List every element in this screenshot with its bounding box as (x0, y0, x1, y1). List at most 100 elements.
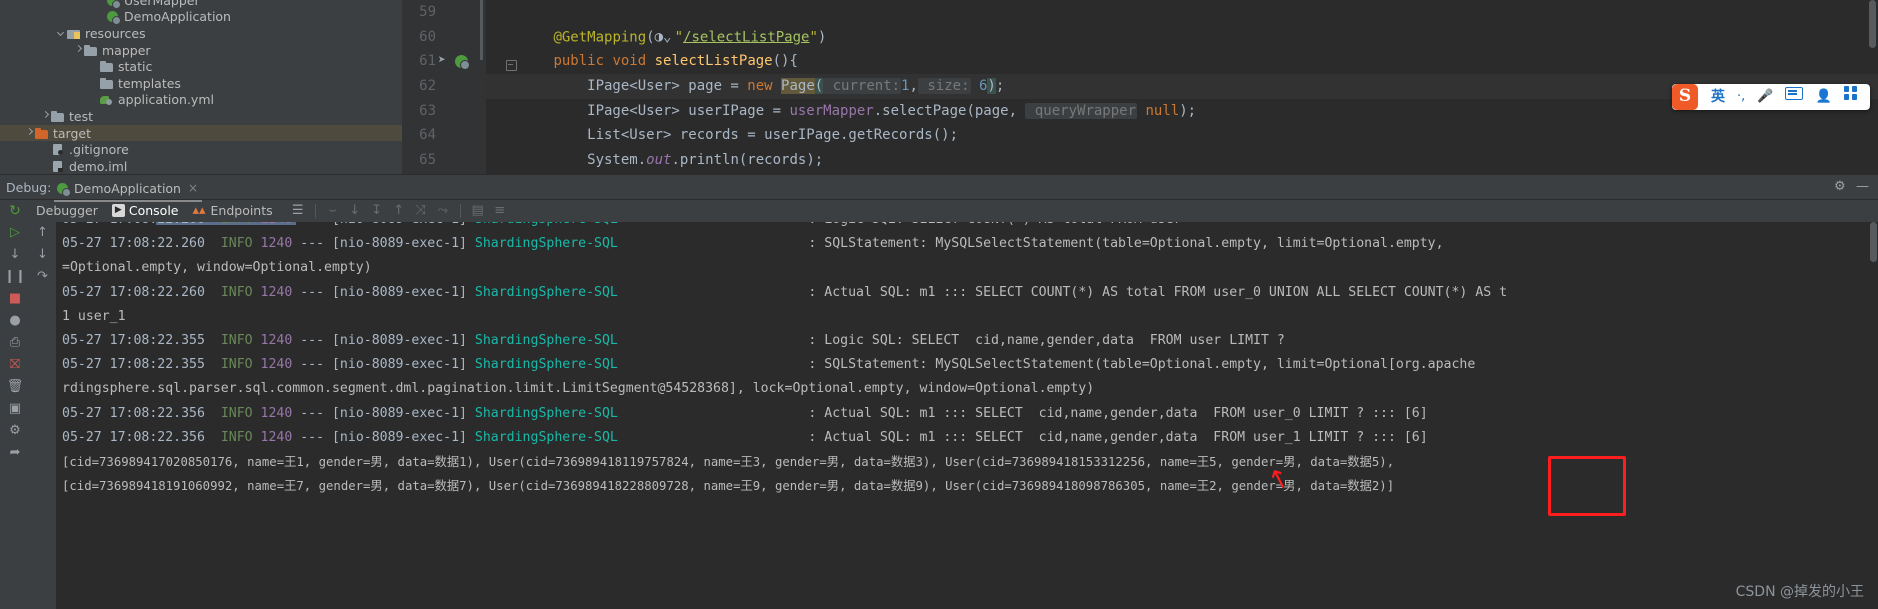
step-out-icon[interactable]: ↑ (388, 203, 410, 218)
run-endpoint-icon[interactable]: ➤ (438, 54, 452, 68)
log-token: --- [nio-8089-exec-1] (292, 332, 475, 348)
tree-item-gitignore[interactable]: .gitignore (0, 141, 402, 158)
console-line: rdingsphere.sql.parser.sql.common.segmen… (56, 377, 1878, 401)
apps-grid-icon[interactable] (1843, 84, 1858, 110)
tree-item-demoapplication[interactable]: DemoApplication (0, 9, 402, 26)
gear-icon[interactable]: ⚙ (1834, 180, 1848, 194)
log-token: ShardingSphere-SQL (474, 236, 618, 252)
soft-wrap-icon[interactable]: ↷ (30, 266, 55, 288)
console-line: 05-27 17:08:22.356 INFO 1240 --- [nio-80… (56, 402, 1878, 426)
spring-bean-icon[interactable] (455, 55, 470, 71)
sogou-logo-icon[interactable]: S (1672, 84, 1698, 110)
code-line[interactable]: 59 (402, 0, 1878, 25)
tab-console[interactable]: ▶ Console (111, 203, 179, 218)
debug-toolbar: ↻ Debugger ▶ Console ▴▴ Endpoints ☰ ⌣ ↓ … (0, 199, 1878, 222)
console-scrollbar[interactable] (1870, 222, 1877, 262)
mute-breakpoints-icon-rail[interactable]: ⛝ (0, 354, 30, 376)
editor-scrollbar[interactable] (1869, 0, 1876, 48)
resources-folder-icon (67, 27, 81, 40)
minimize-icon[interactable]: — (1856, 180, 1870, 194)
code-line[interactable]: 61 ➤ public void selectListPage(){ (402, 49, 1878, 74)
tab-debugger[interactable]: Debugger (36, 203, 98, 218)
view-breakpoints-icon[interactable]: ● (0, 310, 30, 332)
code-editor[interactable]: 59 60 @GetMapping(◑⌄ "/selectListPage") 61 ➤… (402, 0, 1878, 174)
project-tree[interactable]: UserMapper DemoApplication resources mapper… (0, 0, 403, 174)
code-text: IPage<User> page = new Page( current:1, … (486, 74, 1004, 99)
trash-icon[interactable]: 🗑 (0, 376, 30, 398)
log-token: ShardingSphere-SQL (474, 429, 618, 445)
evaluate-icon[interactable]: ▤ (467, 203, 489, 218)
run-to-cursor-icon[interactable]: ⤳ (432, 203, 454, 218)
down-arrow-icon[interactable]: ↓ (0, 244, 30, 266)
code-text: IPage<User> userIPage = userMapper.selec… (486, 99, 1196, 124)
console-line: 05-27 17:08:22.260 INFO 1240 --- [nio-80… (56, 222, 1878, 232)
force-step-into-icon[interactable]: ↧ (366, 203, 388, 218)
log-token: INFO (220, 236, 253, 252)
microphone-icon[interactable]: 🎤 (1757, 84, 1773, 110)
tab-endpoints[interactable]: ▴▴ Endpoints (193, 203, 273, 218)
tree-item-mapper[interactable]: mapper (0, 42, 402, 59)
code-token: (){ (772, 53, 798, 70)
code-line[interactable]: 63 IPage<User> userIPage = userMapper.se… (402, 99, 1878, 124)
code-line[interactable]: 62 IPage<User> page = new Page( current:… (402, 74, 1878, 99)
chevron-down-icon[interactable] (57, 28, 67, 38)
step-over-icon[interactable]: ⌣ (322, 203, 344, 218)
mute-breakpoints-icon[interactable]: ≡ (489, 203, 511, 218)
tree-item-application-yml[interactable]: application.yml (0, 92, 402, 109)
ime-toolbar[interactable]: S 英 ·, 🎤 👤 (1672, 84, 1870, 110)
code-line[interactable]: 65 System.out.println(records); (402, 148, 1878, 173)
tree-item-demo-iml[interactable]: demo.iml (0, 158, 402, 174)
screenshot-icon[interactable]: ▣ (0, 398, 30, 420)
log-token (205, 406, 221, 421)
console-icon: ▶ (111, 204, 125, 217)
tree-item-target[interactable]: target (0, 124, 402, 142)
spring-boot-icon (106, 10, 121, 26)
log-token: : Actual SQL: m1 ::: SELECT cid,name,gen… (617, 405, 1428, 421)
stop-icon[interactable]: ■ (0, 288, 30, 310)
drop-frame-icon[interactable]: ⤨ (410, 203, 432, 218)
code-line[interactable]: 60 @GetMapping(◑⌄ "/selectListPage") (402, 25, 1878, 50)
ime-mode-label[interactable]: 英 (1711, 84, 1725, 110)
code-line[interactable]: 64 List<User> records = userIPage.getRec… (402, 123, 1878, 148)
code-token: @GetMapping (553, 29, 647, 46)
console-output[interactable]: 05-27 17:08:22.260 INFO 1240 --- [nio-80… (56, 222, 1878, 609)
log-token: INFO (220, 284, 253, 300)
user-icon[interactable]: 👤 (1815, 84, 1831, 110)
code-token: /selectListPage (683, 29, 810, 46)
close-icon[interactable]: × (188, 181, 198, 195)
down-icon[interactable]: ↓ (30, 244, 55, 266)
gutter-icons[interactable]: ➤ (438, 53, 517, 72)
tree-item-label: UserMapper (124, 0, 200, 8)
chevron-right-icon[interactable] (74, 45, 84, 55)
log-token: : Logic SQL: SELECT cid,name,gender,data… (617, 332, 1285, 348)
log-token (205, 236, 221, 251)
code-token: queryWrapper (1025, 102, 1138, 119)
print-icon[interactable]: ⎙ (0, 332, 30, 354)
pause-program-icon[interactable]: ❙❙ (0, 266, 30, 288)
step-into-icon[interactable]: ↓ (344, 203, 366, 218)
resume-program-icon[interactable]: ▷ (0, 222, 30, 244)
punctuation-icon[interactable]: ·, (1737, 84, 1745, 110)
tree-item-test[interactable]: test (0, 108, 402, 125)
tree-item-label: application.yml (118, 92, 214, 108)
code-content[interactable]: 59 60 @GetMapping(◑⌄ "/selectListPage") 61 ➤… (402, 0, 1878, 174)
tree-item-resources[interactable]: resources (0, 25, 402, 42)
tree-item-templates[interactable]: templates (0, 75, 402, 92)
top-area: UserMapper DemoApplication resources mapper… (0, 0, 1878, 174)
keyboard-icon[interactable] (1785, 84, 1804, 110)
rerun-icon[interactable]: ↻ (6, 203, 24, 219)
chevron-right-icon[interactable] (41, 111, 51, 121)
settings-icon[interactable]: ⚙ (0, 420, 30, 442)
pin-icon[interactable]: ➦ (0, 442, 30, 464)
tree-item-usermapper[interactable]: UserMapper (0, 0, 402, 9)
up-icon[interactable]: ↑ (30, 222, 55, 244)
chevron-right-icon[interactable] (25, 128, 35, 138)
layout-icon[interactable]: ☰ (287, 203, 309, 218)
tree-item-label: target (53, 125, 92, 141)
tree-item-static[interactable]: static (0, 58, 402, 75)
log-token: [cid=736989417020850176, name=王1, gender… (62, 454, 1395, 469)
